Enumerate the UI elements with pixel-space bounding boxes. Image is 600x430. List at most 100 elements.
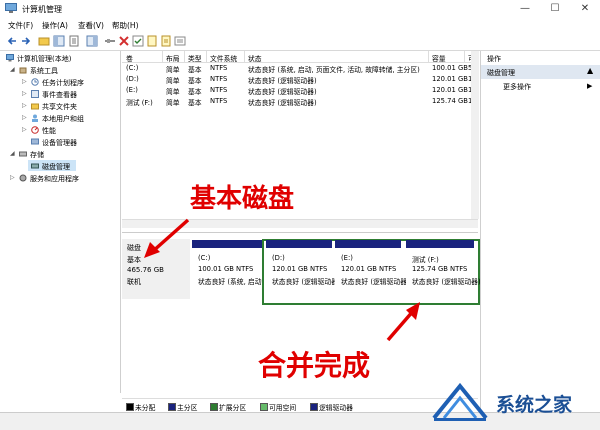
properties-icon[interactable]	[68, 35, 80, 47]
watermark-text: 系统之家	[496, 394, 573, 416]
navigation-tree: 计算机管理(本地) ◢ 系统工具 ▷ 任务计划程序 ▷ 事件查看器 ▷ 共享文件…	[0, 51, 121, 393]
table-row[interactable]: (D:) 简单 基本 NTFS 状态良好 (逻辑驱动器) 120.01 GB 1…	[122, 75, 478, 86]
legend-swatch	[168, 403, 176, 411]
cell-volume: (D:)	[126, 75, 139, 83]
expand-icon[interactable]: ▷	[22, 126, 27, 133]
legend-label: 扩展分区	[219, 404, 247, 412]
col-capacity[interactable]: 容量	[432, 53, 446, 63]
cell-type: 基本	[188, 88, 202, 96]
disk-size: 465.76 GB	[127, 266, 164, 274]
table-row[interactable]: (E:) 简单 基本 NTFS 状态良好 (逻辑驱动器) 120.01 GB 1…	[122, 86, 478, 97]
tree-local-users[interactable]: 本地用户和组	[42, 114, 84, 124]
more-actions[interactable]: 更多操作	[503, 82, 531, 92]
legend-swatch	[310, 403, 318, 411]
tree-device-manager[interactable]: 设备管理器	[42, 138, 77, 148]
partition-e[interactable]: (E:) 120.01 GB NTFS 状态良好 (逻辑驱动器)	[335, 240, 410, 302]
maximize-button[interactable]: ☐	[540, 0, 570, 18]
partition-c[interactable]: (C:) 100.01 GB NTFS 状态良好 (系统, 启动, 页	[192, 240, 273, 302]
partition-d[interactable]: (D:) 120.01 GB NTFS 状态良好 (逻辑驱动器)	[266, 240, 341, 302]
partition-name: 测试 (F:)	[412, 256, 439, 264]
tree-root[interactable]: 计算机管理(本地)	[17, 54, 71, 64]
watermark-logo-icon	[432, 382, 488, 421]
volume-list-header: 卷 布局 类型 文件系统 状态 容量 可	[122, 51, 478, 63]
check-icon[interactable]	[132, 35, 144, 47]
expand-icon[interactable]: ▷	[10, 174, 15, 181]
legend-label: 可用空间	[269, 404, 297, 412]
shared-folder-icon	[31, 103, 39, 110]
watermark: 系统之家	[430, 376, 600, 429]
actions-section-label: 磁盘管理	[487, 69, 515, 77]
partition-name: (D:)	[272, 254, 285, 262]
expand-icon[interactable]: ▷	[22, 90, 27, 97]
col-volume[interactable]: 卷	[126, 53, 133, 63]
partition-size: 120.01 GB NTFS	[341, 265, 397, 273]
cell-status: 状态良好 (系统, 启动, 页面文件, 活动, 故障转储, 主分区)	[248, 66, 420, 74]
tree-shared-folders[interactable]: 共享文件夹	[42, 102, 77, 112]
delete-icon[interactable]	[118, 35, 130, 47]
legend: 未分配 主分区 扩展分区 可用空间 逻辑驱动器	[122, 398, 478, 413]
tree-event-viewer[interactable]: 事件查看器	[42, 90, 77, 100]
cell-volume: (E:)	[126, 86, 138, 94]
connect-icon[interactable]	[104, 35, 116, 47]
cell-filesystem: NTFS	[210, 97, 228, 105]
document-icon[interactable]	[146, 35, 158, 47]
tree-storage[interactable]: 存储	[30, 150, 44, 160]
tree-system-tools[interactable]: 系统工具	[30, 66, 58, 76]
tree-performance[interactable]: 性能	[42, 126, 56, 136]
event-viewer-icon	[31, 90, 39, 98]
tree-disk-management[interactable]: 磁盘管理	[42, 162, 70, 172]
annotation-arrow-icon	[144, 218, 190, 258]
collapse-icon[interactable]: ▲	[587, 66, 593, 75]
back-arrow-icon[interactable]	[6, 35, 18, 47]
cell-status: 状态良好 (逻辑驱动器)	[248, 99, 317, 107]
col-type[interactable]: 类型	[188, 53, 202, 63]
disk-type: 基本	[127, 256, 141, 264]
document-edit-icon[interactable]	[160, 35, 172, 47]
menu-help[interactable]: 帮助(H)	[112, 20, 139, 31]
minimize-button[interactable]: —	[510, 0, 540, 18]
close-button[interactable]: ✕	[570, 0, 600, 18]
device-manager-icon	[31, 138, 39, 145]
legend-label: 逻辑驱动器	[319, 404, 353, 412]
cell-capacity: 120.01 GB	[432, 75, 468, 83]
partition-f[interactable]: 测试 (F:) 125.74 GB NTFS 状态良好 (逻辑驱动器)	[406, 240, 481, 302]
help-pane-icon[interactable]	[86, 35, 98, 47]
menu-view[interactable]: 查看(V)	[78, 20, 104, 31]
col-layout[interactable]: 布局	[166, 53, 180, 63]
table-row[interactable]: (C:) 简单 基本 NTFS 状态良好 (系统, 启动, 页面文件, 活动, …	[122, 64, 478, 75]
expand-icon[interactable]: ◢	[10, 66, 15, 73]
disk-name: 磁盘	[127, 244, 141, 252]
performance-icon	[31, 126, 39, 134]
legend-swatch	[260, 403, 268, 411]
expand-icon[interactable]: ▷	[22, 102, 27, 109]
expand-icon[interactable]: ▷	[22, 78, 27, 85]
expand-icon[interactable]: ◢	[10, 150, 15, 157]
partition-bar	[192, 240, 262, 248]
actions-pane: 操作 磁盘管理 ▲ 更多操作 ▶	[480, 51, 600, 411]
menu-action[interactable]: 操作(A)	[42, 20, 68, 31]
annotation-arrow-icon	[386, 302, 420, 342]
partition-bar	[266, 240, 332, 248]
menu-file[interactable]: 文件(F)	[8, 20, 33, 31]
folder-up-icon[interactable]	[38, 35, 50, 47]
forward-arrow-icon[interactable]	[20, 35, 32, 47]
cell-layout: 简单	[166, 66, 180, 74]
view-icon[interactable]	[174, 35, 186, 47]
legend-swatch	[126, 403, 134, 411]
col-status[interactable]: 状态	[248, 53, 262, 63]
cell-capacity: 125.74 GB	[432, 97, 468, 105]
table-row[interactable]: 测试 (F:) 简单 基本 NTFS 状态良好 (逻辑驱动器) 125.74 G…	[122, 97, 478, 108]
volume-list-scrollbar[interactable]	[471, 51, 479, 219]
partition-status: 状态良好 (逻辑驱动器)	[272, 278, 341, 286]
console-tree-icon[interactable]	[53, 35, 65, 47]
partition-status: 状态良好 (逻辑驱动器)	[341, 278, 410, 286]
chevron-right-icon[interactable]: ▶	[587, 82, 592, 90]
cell-layout: 简单	[166, 88, 180, 96]
tree-task-scheduler[interactable]: 任务计划程序	[42, 78, 84, 88]
expand-icon[interactable]: ▷	[22, 114, 27, 121]
cell-type: 基本	[188, 99, 202, 107]
cell-status: 状态良好 (逻辑驱动器)	[248, 88, 317, 96]
cell-volume: 测试 (F:)	[126, 99, 153, 107]
tree-services[interactable]: 服务和应用程序	[30, 174, 79, 184]
col-filesystem[interactable]: 文件系统	[210, 53, 237, 63]
